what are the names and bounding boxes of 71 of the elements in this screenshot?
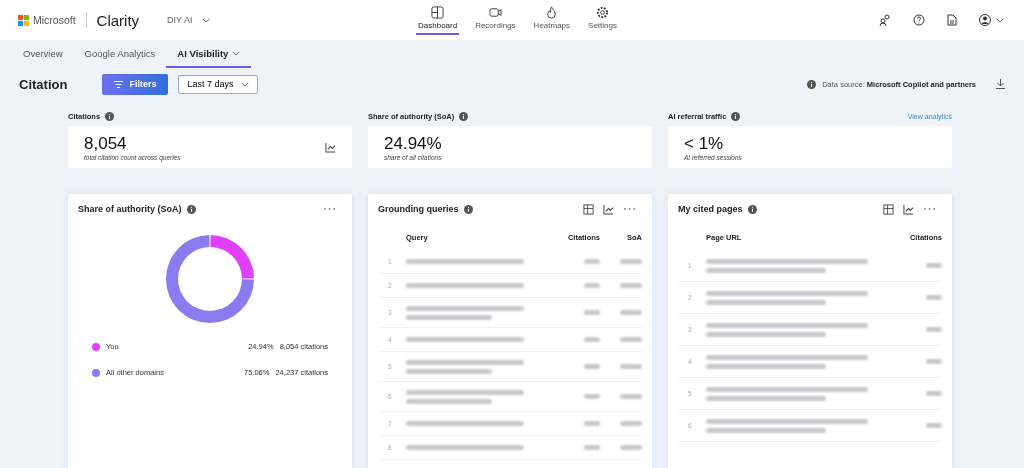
blurred-number — [584, 364, 600, 369]
blurred-number — [584, 445, 600, 450]
nav-tab[interactable]: Recordings — [473, 5, 518, 35]
blurred-number — [620, 445, 642, 450]
people-icon[interactable] — [879, 14, 891, 26]
info-icon[interactable] — [105, 111, 115, 121]
card-title: Share of authority (SoA) — [78, 204, 182, 214]
blurred-number — [926, 295, 942, 300]
help-icon[interactable] — [913, 14, 925, 26]
chevron-icon — [232, 50, 241, 56]
flame-icon — [545, 5, 559, 19]
more-icon[interactable] — [923, 207, 936, 211]
table-icon[interactable] — [883, 203, 894, 215]
video-camera-icon — [488, 5, 502, 19]
project-chevron-icon — [202, 17, 211, 23]
page-tab[interactable]: AI Visibility — [166, 40, 252, 68]
more-icon[interactable] — [623, 207, 636, 211]
blurred-number — [620, 310, 642, 315]
nav-tab[interactable]: Heatmaps — [531, 5, 573, 35]
product-name: Clarity — [96, 11, 140, 29]
blurred-number — [926, 359, 942, 364]
date-range-dropdown[interactable]: Last 7 days — [178, 74, 259, 94]
settings-icon — [596, 5, 610, 19]
page-tab[interactable]: Overview — [12, 40, 74, 68]
page-title: Citation — [19, 76, 68, 92]
blurred-number — [584, 394, 600, 399]
card-title: My cited pages — [678, 204, 743, 214]
blurred-number — [926, 423, 942, 428]
table-icon[interactable] — [583, 203, 594, 215]
blurred-number — [584, 310, 600, 315]
info-icon[interactable] — [731, 111, 741, 121]
line-chart-icon[interactable] — [325, 141, 336, 153]
blurred-number — [926, 327, 942, 332]
blurred-number — [926, 391, 942, 396]
card-title: Grounding queries — [378, 204, 459, 214]
download-icon[interactable] — [996, 79, 1005, 89]
blurred-number — [620, 283, 642, 288]
chevron-icon — [241, 81, 250, 87]
info-icon[interactable] — [747, 204, 757, 214]
kpi-value: 24.94% — [384, 133, 442, 154]
blurred-number — [620, 337, 642, 342]
kpi-value: 8,054 — [84, 133, 128, 154]
windows-logo-icon — [18, 14, 29, 26]
more-icon[interactable] — [323, 207, 336, 211]
page-tab[interactable]: Google Analytics — [73, 40, 167, 68]
blurred-number — [584, 421, 600, 426]
line-chart-icon[interactable] — [603, 203, 614, 215]
blurred-number — [620, 259, 642, 264]
line-chart-icon[interactable] — [903, 203, 914, 215]
avatar-icon[interactable] — [979, 14, 991, 26]
info-icon[interactable] — [463, 204, 473, 214]
blurred-number — [620, 394, 642, 399]
info-icon[interactable] — [459, 111, 469, 121]
nav-tab[interactable]: Settings — [586, 5, 619, 35]
info-icon[interactable] — [807, 79, 817, 89]
document-icon[interactable] — [947, 14, 957, 26]
info-icon[interactable] — [186, 204, 196, 214]
blurred-number — [620, 421, 642, 426]
filter-icon — [114, 80, 124, 88]
dashboard-icon — [431, 5, 445, 19]
project-name[interactable]: DIY AI — [167, 15, 193, 25]
chevron-icon — [996, 17, 1004, 23]
blurred-number — [926, 263, 942, 268]
brand-name: Microsoft — [33, 14, 76, 26]
kpi-value: < 1% — [684, 133, 725, 154]
filters-button[interactable]: Filters — [102, 73, 169, 95]
blurred-number — [584, 337, 600, 342]
blurred-number — [620, 364, 642, 369]
blurred-number — [584, 259, 600, 264]
nav-tab[interactable]: Dashboard — [416, 5, 460, 35]
blurred-number — [584, 283, 600, 288]
